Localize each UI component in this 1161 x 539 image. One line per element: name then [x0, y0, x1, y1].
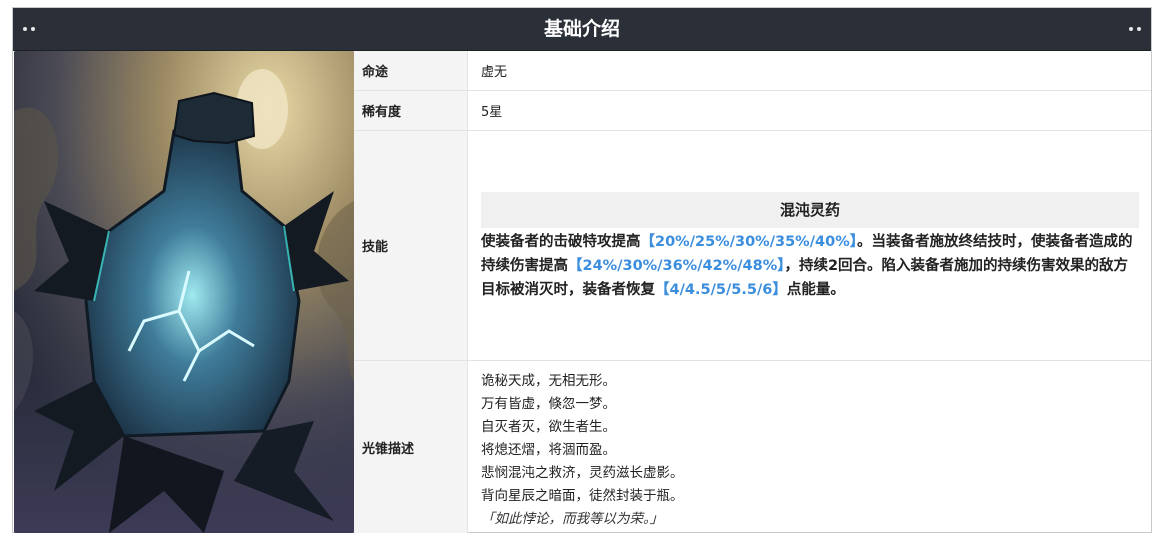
info-table: 命途 虚无 稀有度 5星 技能 混沌灵药 使装备者的击破特攻提高【20%/25%… — [354, 51, 1151, 533]
path-label: 命途 — [354, 51, 468, 90]
description-quote: 「如此悖论，而我等以为荣。」 — [481, 511, 664, 527]
path-value: 虚无 — [481, 65, 508, 80]
skill-cell: 混沌灵药 使装备者的击破特攻提高【20%/25%/30%/35%/40%】。当装… — [468, 131, 1151, 360]
skill-desc-text: 使装备者的击破特攻提高 — [481, 234, 641, 250]
section-title: 基础介绍 — [543, 18, 620, 40]
description-line: 将熄还熠，将涸而盈。 — [481, 442, 616, 458]
description-cell: 诡秘天成，无相无形。 万有皆虚，倏忽一梦。 自灭者灭，欲生者生。 将熄还熠，将涸… — [468, 361, 1151, 533]
rarity-label: 稀有度 — [354, 91, 468, 130]
skill-value-highlight: 【4/4.5/5/5.5/6】 — [655, 282, 787, 298]
description-line: 万有皆虚，倏忽一梦。 — [481, 396, 616, 412]
row-rarity: 稀有度 5星 — [354, 91, 1151, 131]
row-description: 光锥描述 诡秘天成，无相无形。 万有皆虚，倏忽一梦。 自灭者灭，欲生者生。 将熄… — [354, 361, 1151, 533]
skill-name: 混沌灵药 — [481, 192, 1139, 228]
section-header: 基础介绍 — [13, 8, 1151, 51]
skill-desc-text: 点能量。 — [786, 282, 845, 298]
rarity-value: 5星 — [481, 105, 503, 120]
decor-dots-right — [1129, 27, 1141, 31]
skill-label: 技能 — [354, 131, 468, 360]
skill-description: 使装备者的击破特攻提高【20%/25%/30%/35%/40%】。当装备者施放终… — [481, 230, 1139, 302]
description-label: 光锥描述 — [354, 361, 468, 533]
description-line: 背向星辰之暗面，徒然封装于瓶。 — [481, 488, 684, 504]
light-cone-artwork — [14, 51, 354, 533]
row-skill: 技能 混沌灵药 使装备者的击破特攻提高【20%/25%/30%/35%/40%】… — [354, 131, 1151, 361]
row-path: 命途 虚无 — [354, 51, 1151, 91]
skill-value-highlight: 【24%/30%/36%/42%/48%】 — [568, 258, 785, 274]
description-line: 自灭者灭，欲生者生。 — [481, 419, 616, 435]
basic-info-card: 基础介绍 命途 虚无 稀有度 5星 技能 混沌灵药 使装备者的击破特攻提高【20… — [12, 7, 1152, 533]
description-line: 悲悯混沌之救济，灵药滋长虚影。 — [481, 465, 684, 481]
skill-value-highlight: 【20%/25%/30%/35%/40%】 — [640, 234, 857, 250]
description-line: 诡秘天成，无相无形。 — [481, 373, 616, 389]
